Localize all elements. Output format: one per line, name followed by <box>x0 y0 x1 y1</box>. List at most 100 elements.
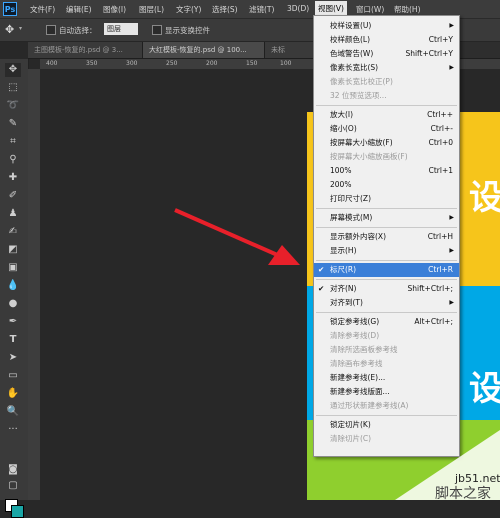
view-menu-item-label: 清除所选画板参考线 <box>330 345 398 354</box>
view-menu-item[interactable]: 显示(H) ▶ <box>314 244 459 258</box>
view-menu-item-shortcut: Ctrl+H <box>427 232 453 241</box>
brush-tool-icon[interactable]: ✐ <box>5 189 21 203</box>
checkmark-icon: ✔ <box>318 265 325 274</box>
view-menu-item[interactable]: 200% <box>314 178 459 192</box>
clone-stamp-icon[interactable]: ♟ <box>5 207 21 221</box>
screen-mode-icon[interactable]: ▢ <box>5 479 21 493</box>
menu-help[interactable]: 帮助(H) <box>394 4 421 15</box>
marquee-tool-icon[interactable]: ⬚ <box>5 81 21 95</box>
background-color-swatch[interactable] <box>11 505 24 518</box>
tab-document-1[interactable]: 主图模板-恢复的.psd @ 3... <box>28 42 143 58</box>
type-tool-icon[interactable]: T <box>5 333 21 347</box>
watermark: jb51.net 脚本之家 <box>395 430 500 500</box>
view-menu-item[interactable]: 100% Ctrl+1 <box>314 164 459 178</box>
path-select-icon[interactable]: ➤ <box>5 351 21 365</box>
view-menu-item[interactable]: 锁定参考线(G) Alt+Ctrl+; <box>314 315 459 329</box>
menu-type[interactable]: 文字(Y) <box>176 4 201 15</box>
watermark-line1: jb51.net <box>454 472 500 485</box>
view-menu-item-label: 像素长宽比校正(P) <box>330 77 393 86</box>
ruler-label: 150 <box>246 60 258 67</box>
view-menu-item-label: 按屏幕大小缩放画板(F) <box>330 152 408 161</box>
layer-select-dropdown[interactable]: 图层 <box>104 23 138 35</box>
menu-select[interactable]: 选择(S) <box>212 4 238 15</box>
view-menu-item-label: 按屏幕大小缩放(F) <box>330 138 393 147</box>
view-menu-item[interactable]: 对齐到(T) ▶ <box>314 296 459 310</box>
quick-select-tool-icon[interactable]: ✎ <box>5 117 21 131</box>
view-menu-item-shortcut: Ctrl+0 <box>428 138 453 147</box>
view-menu-item[interactable]: 校样设置(U) ▶ <box>314 19 459 33</box>
lasso-tool-icon[interactable]: ➰ <box>5 99 21 113</box>
view-menu-item-label: 清除画布参考线 <box>330 359 383 368</box>
view-menu-item[interactable]: 新建参考线(E)... <box>314 371 459 385</box>
auto-select-checkbox[interactable] <box>46 25 56 35</box>
pen-tool-icon[interactable]: ✒ <box>5 315 21 329</box>
view-menu-item[interactable]: 新建参考线版面... <box>314 385 459 399</box>
submenu-arrow-icon: ▶ <box>449 299 454 306</box>
view-menu-item[interactable]: 像素长宽比(S) ▶ <box>314 61 459 75</box>
submenu-arrow-icon: ▶ <box>449 247 454 254</box>
view-menu-item-shortcut: Shift+Ctrl+Y <box>405 49 453 58</box>
view-menu-item-label: 校样设置(U) <box>330 21 372 30</box>
view-menu-item-label: 新建参考线版面... <box>330 387 390 396</box>
eraser-tool-icon[interactable]: ◩ <box>5 243 21 257</box>
view-menu-item[interactable]: 放大(I) Ctrl++ <box>314 108 459 122</box>
gradient-tool-icon[interactable]: ▣ <box>5 261 21 275</box>
view-menu-item[interactable]: 打印尺寸(Z) <box>314 192 459 206</box>
view-menu-item[interactable]: 缩小(O) Ctrl+- <box>314 122 459 136</box>
menu-view[interactable]: 视图(V) <box>315 1 347 16</box>
ruler-label: 250 <box>166 60 178 67</box>
menu-3d[interactable]: 3D(D) <box>287 4 309 13</box>
shape-tool-icon[interactable]: ▭ <box>5 369 21 383</box>
menu-layer[interactable]: 图层(L) <box>139 4 164 15</box>
menu-window[interactable]: 窗口(W) <box>356 4 384 15</box>
ruler-label: 200 <box>206 60 218 67</box>
menu-separator <box>316 227 457 228</box>
view-menu-item-label: 锁定参考线(G) <box>330 317 380 326</box>
quick-mask-icon[interactable]: ◙ <box>5 463 21 477</box>
view-menu-item[interactable]: 显示额外内容(X) Ctrl+H <box>314 230 459 244</box>
chevron-down-icon[interactable]: ▾ <box>19 25 22 32</box>
eyedropper-tool-icon[interactable]: ⚲ <box>5 153 21 167</box>
healing-brush-icon[interactable]: ✚ <box>5 171 21 185</box>
view-menu-item: 清除参考线(D) <box>314 329 459 343</box>
view-menu-item-label: 清除参考线(D) <box>330 331 380 340</box>
view-menu-item-shortcut: Ctrl+Y <box>428 35 453 44</box>
hand-tool-icon[interactable]: ✋ <box>5 387 21 401</box>
ruler-label: 300 <box>126 60 138 67</box>
view-menu-item[interactable]: 屏幕模式(M) ▶ <box>314 211 459 225</box>
view-menu-item-label: 32 位预览选项... <box>330 91 387 100</box>
view-menu-item: 像素长宽比校正(P) <box>314 75 459 89</box>
view-menu-item[interactable]: ✔ 标尺(R) Ctrl+R <box>314 263 459 277</box>
menu-filter[interactable]: 滤镜(T) <box>249 4 274 15</box>
view-menu-item: 32 位预览选项... <box>314 89 459 103</box>
submenu-arrow-icon: ▶ <box>449 214 454 221</box>
show-transform-checkbox[interactable] <box>152 25 162 35</box>
view-menu-item[interactable]: ✔ 对齐(N) Shift+Ctrl+; <box>314 282 459 296</box>
blur-tool-icon[interactable]: 💧 <box>5 279 21 293</box>
view-menu-item-label: 对齐(N) <box>330 284 357 293</box>
move-tool-icon[interactable]: ✥ <box>5 23 14 36</box>
submenu-arrow-icon: ▶ <box>449 22 454 29</box>
view-menu-item-label: 清除切片(C) <box>330 434 372 443</box>
zoom-tool-icon[interactable]: 🔍 <box>5 405 21 419</box>
more-tools-icon[interactable]: ··· <box>5 423 21 437</box>
view-menu-item-shortcut: Shift+Ctrl+; <box>407 284 454 293</box>
menu-file[interactable]: 文件(F) <box>30 4 55 15</box>
view-menu-item[interactable]: 色域警告(W) Shift+Ctrl+Y <box>314 47 459 61</box>
view-menu-item[interactable]: 校样颜色(L) Ctrl+Y <box>314 33 459 47</box>
dodge-tool-icon[interactable]: ● <box>5 297 21 311</box>
move-tool-icon[interactable]: ✥ <box>5 63 21 77</box>
tab-document-2[interactable]: 大红模板-恢复的.psd @ 100... <box>143 42 265 58</box>
history-brush-icon[interactable]: ✍ <box>5 225 21 239</box>
view-menu-item[interactable]: 按屏幕大小缩放(F) Ctrl+0 <box>314 136 459 150</box>
crop-tool-icon[interactable]: ⌗ <box>5 135 21 149</box>
menu-image[interactable]: 图像(I) <box>103 4 126 15</box>
view-menu-item-shortcut: Ctrl+- <box>430 124 453 133</box>
ruler-label: 100 <box>280 60 292 67</box>
view-menu-item-shortcut: Alt+Ctrl+; <box>414 317 453 326</box>
menu-edit[interactable]: 编辑(E) <box>66 4 92 15</box>
view-menu-item-label: 200% <box>330 180 352 189</box>
menu-separator <box>316 279 457 280</box>
view-menu-item-label: 锁定切片(K) <box>330 420 371 429</box>
view-menu-item-shortcut: Ctrl++ <box>427 110 453 119</box>
